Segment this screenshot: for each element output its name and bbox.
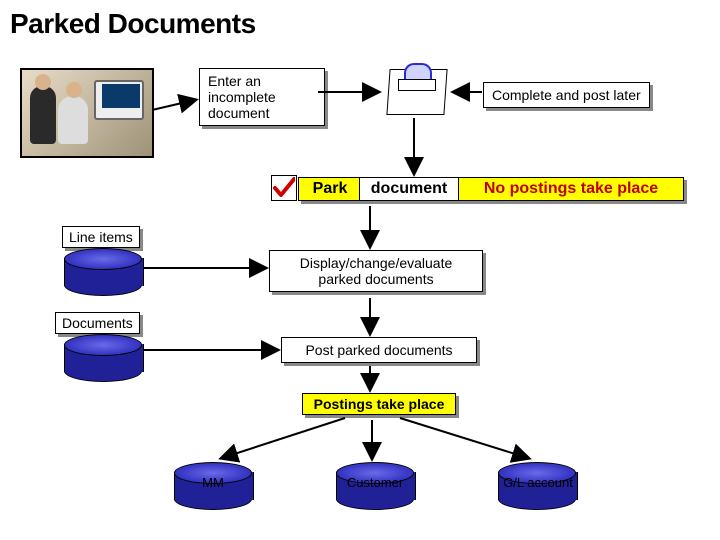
box-complete-later-text: Complete and post later: [492, 87, 641, 103]
box-enter-incomplete-text: Enter an incomplete document: [208, 73, 276, 121]
box-no-postings: No postings take place: [458, 177, 684, 201]
box-display-change: Display/change/evaluate parked documents: [269, 250, 483, 292]
box-post-parked: Post parked documents: [281, 337, 477, 363]
box-complete-later: Complete and post later: [483, 82, 650, 108]
cylinder-customer-label: Customer: [336, 475, 414, 490]
box-enter-incomplete: Enter an incomplete document: [199, 68, 325, 126]
box-postings-take-place: Postings take place: [302, 393, 456, 415]
cylinder-gl-label: G/L account: [492, 475, 584, 490]
box-display-change-text: Display/change/evaluate parked documents: [300, 255, 453, 287]
box-line-items: Line items: [62, 226, 140, 248]
box-post-parked-text: Post parked documents: [305, 342, 452, 358]
box-document-text: document: [371, 180, 447, 197]
clipboard-icon: [382, 63, 450, 115]
box-documents: Documents: [55, 312, 140, 334]
box-line-items-text: Line items: [69, 229, 133, 245]
box-documents-text: Documents: [62, 315, 133, 331]
cylinder-mm-label: MM: [174, 475, 252, 490]
box-park-text: Park: [313, 180, 348, 197]
checkmark-icon: [271, 175, 297, 201]
people-at-computer-image: [20, 68, 154, 158]
cylinder-documents: [64, 334, 142, 382]
box-park: Park: [298, 177, 362, 201]
box-no-postings-text: No postings take place: [484, 180, 658, 197]
box-postings-take-place-text: Postings take place: [314, 396, 445, 412]
page-title: Parked Documents: [10, 8, 256, 40]
cylinder-line-items: [64, 248, 142, 296]
box-document: document: [359, 177, 459, 201]
